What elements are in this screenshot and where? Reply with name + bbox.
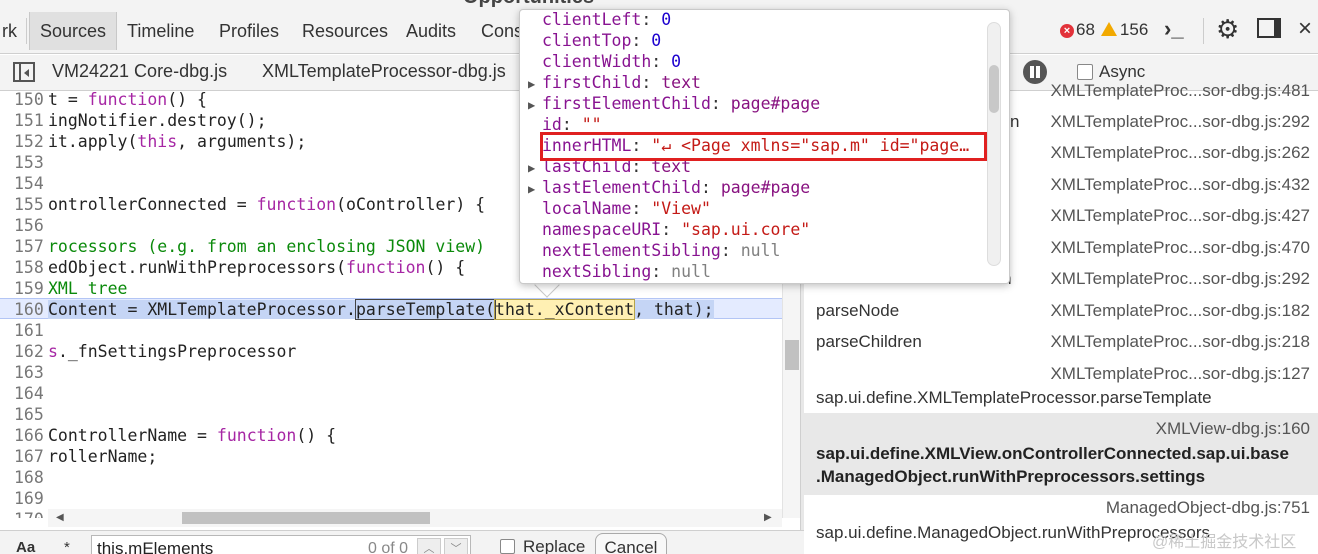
code-line: 161 (14, 321, 44, 340)
property-row[interactable]: ▶ firstElementChild: page#page (528, 93, 988, 114)
tab-timeline[interactable]: Timeline (117, 14, 204, 48)
scroll-left-arrow-icon[interactable]: ◀ (56, 512, 64, 523)
tab-profiles[interactable]: Profiles (209, 14, 289, 48)
search-match-count: 0 of 0 (368, 540, 409, 554)
property-row[interactable]: localName: "View" (528, 198, 988, 219)
property-row[interactable]: nextElementSibling: null (528, 240, 988, 261)
property-row[interactable]: clientTop: 0 (528, 30, 988, 51)
code-line: 169 (14, 489, 44, 508)
scrollbar-thumb[interactable] (182, 512, 430, 524)
error-circle-icon: × (1060, 24, 1074, 38)
code-line: 168 (14, 468, 44, 487)
watermark: @稀土掘金技术社区 (1152, 534, 1297, 551)
search-next-button[interactable]: ﹀ (444, 538, 468, 554)
popover-scrollbar[interactable] (987, 22, 1001, 266)
search-input[interactable]: this.mElements 0 of 0 ︿ ﹀ (91, 535, 471, 554)
editor-horizontal-scrollbar[interactable]: ◀ ▶ (48, 509, 782, 527)
file-tab-xmltemplateprocessor[interactable]: XMLTemplateProcessor-dbg.js (262, 61, 506, 82)
close-icon[interactable]: × (1298, 16, 1312, 42)
tab-sources[interactable]: Sources (29, 12, 118, 50)
scrollbar-thumb[interactable] (785, 340, 799, 370)
call-frame-selected[interactable]: XMLView-dbg.js:160 sap.ui.define.XMLView… (804, 413, 1318, 495)
property-row[interactable]: ▶ lastElementChild: page#page (528, 177, 988, 198)
property-row[interactable]: nextSibling: null (528, 261, 988, 282)
warning-count: 156 (1119, 20, 1149, 39)
property-row[interactable]: ▶ firstChild: text (528, 72, 988, 93)
async-label: Async (1099, 62, 1146, 81)
search-prev-button[interactable]: ︿ (417, 538, 441, 554)
code-line: 167 rollerName; (14, 447, 158, 466)
code-line-current: 160 Content = XMLTemplateProcessor.parseT… (0, 298, 782, 320)
expand-triangle-icon: ▶ (528, 182, 536, 196)
expand-triangle-icon: ▶ (528, 77, 536, 91)
code-line: 164 (14, 384, 44, 403)
call-frame[interactable]: parseChildren XMLTemplateProc...sor-dbg.j… (804, 332, 1318, 356)
code-line: 163 (14, 363, 44, 382)
tab-network[interactable]: rk (0, 14, 27, 48)
replace-checkbox[interactable] (500, 539, 515, 554)
replace-label: Replace (523, 537, 586, 554)
background-page-title: Opportunities (463, 0, 594, 9)
code-line: 165 (14, 405, 44, 424)
expand-triangle-icon: ▶ (528, 98, 536, 112)
warning-triangle-icon (1100, 22, 1117, 36)
call-frame[interactable]: XMLTemplateProc...sor-dbg.js:127 sap.ui.d… (804, 364, 1318, 412)
navigator-toggle-icon[interactable] (13, 62, 35, 82)
innerhtml-highlight-box (540, 132, 987, 161)
scrollbar-thumb[interactable] (989, 65, 999, 113)
tab-audits[interactable]: Audits (396, 14, 466, 48)
cancel-button[interactable]: Cancel (595, 533, 667, 554)
error-warning-counter[interactable]: × 68 156 (1060, 20, 1148, 40)
regex-toggle[interactable]: * (64, 539, 70, 554)
scroll-right-arrow-icon[interactable]: ▶ (764, 512, 772, 523)
property-row[interactable]: clientWidth: 0 (528, 51, 988, 72)
error-count: 68 (1076, 20, 1095, 39)
tab-separator (26, 18, 27, 44)
search-bar: Aa * this.mElements 0 of 0 ︿ ﹀ Replace C… (0, 530, 804, 554)
toolbar-separator (1203, 18, 1204, 44)
match-case-toggle[interactable]: Aa (16, 539, 35, 554)
search-query: this.mElements (97, 539, 214, 554)
property-row[interactable]: clientLeft: 0 (528, 10, 988, 30)
code-line: 166 ControllerName = function() { (14, 426, 337, 445)
tab-resources[interactable]: Resources (292, 14, 398, 48)
code-line: 162 s._fnSettingsPreprocessor (14, 342, 297, 361)
async-checkbox[interactable] (1077, 64, 1093, 80)
gear-icon[interactable]: ⚙ (1216, 16, 1239, 42)
property-row[interactable]: namespaceURI: "sap.ui.core" (528, 219, 988, 240)
call-frame[interactable]: parseNode XMLTemplateProc...sor-dbg.js:18… (804, 301, 1318, 325)
expand-triangle-icon: ▶ (528, 161, 536, 175)
dock-side-icon[interactable] (1257, 18, 1281, 38)
file-tab-core[interactable]: VM24221 Core-dbg.js (52, 61, 227, 82)
console-prompt-icon[interactable]: ›_ (1164, 16, 1184, 42)
